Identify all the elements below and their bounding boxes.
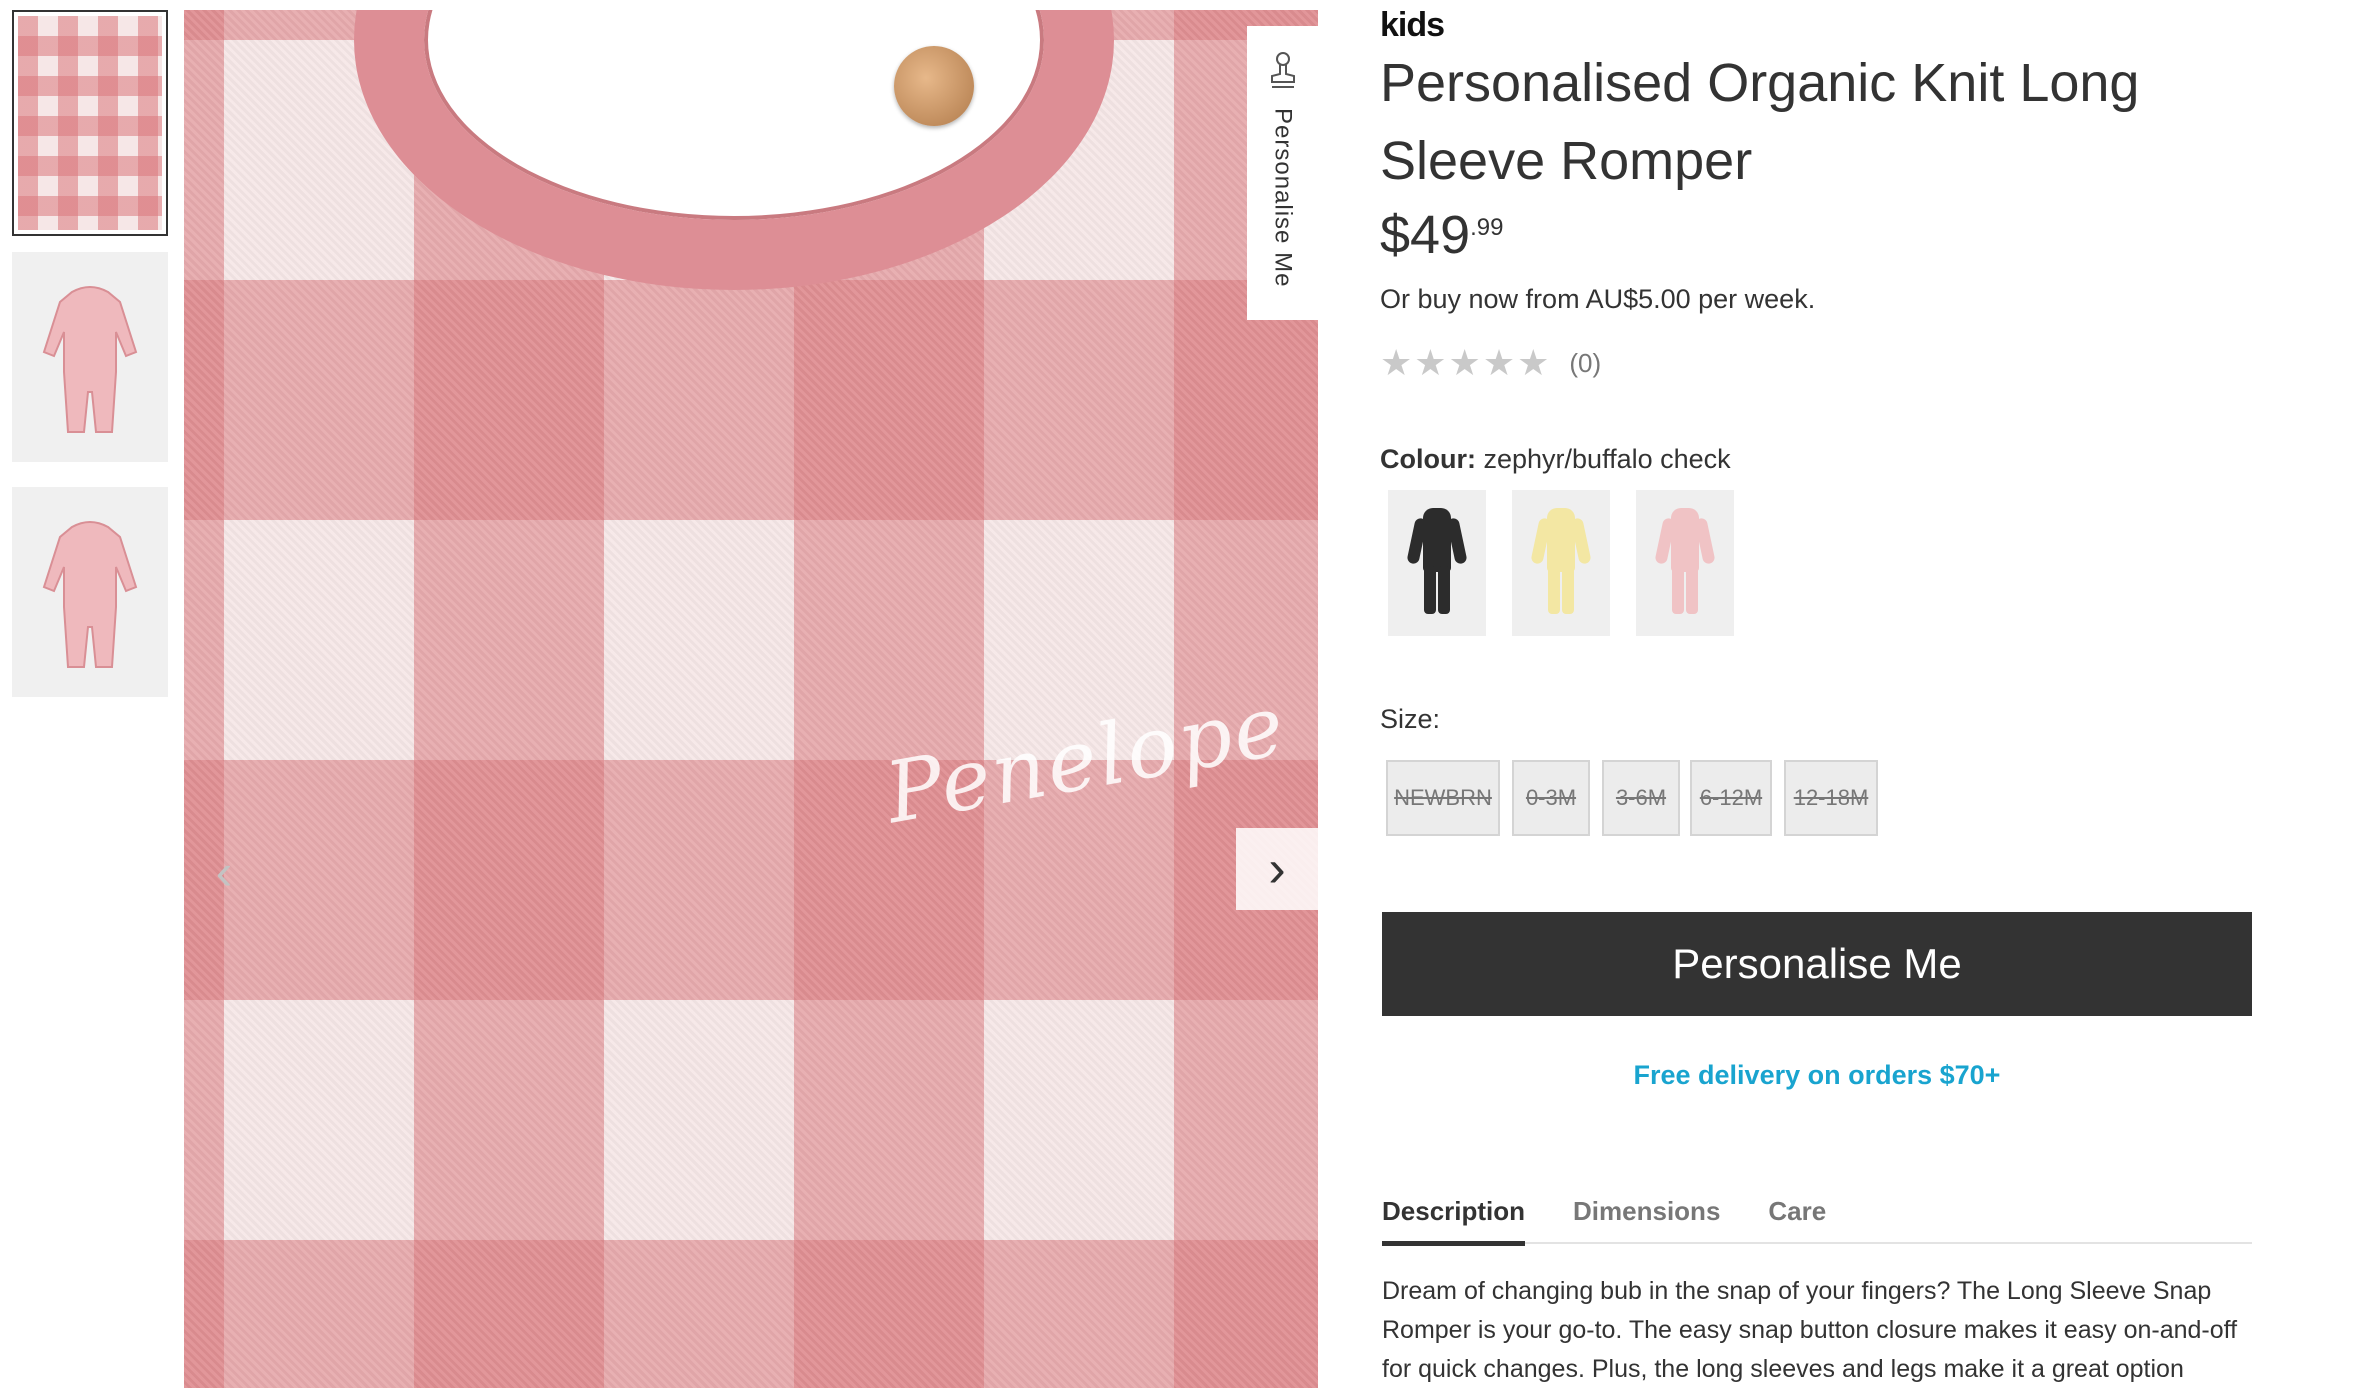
thumbnail-image xyxy=(18,16,162,230)
colour-label: Colour: zephyr/buffalo check xyxy=(1380,444,1731,474)
prev-image-button[interactable]: ‹ xyxy=(204,832,244,912)
product-title: Personalised Organic Knit Long Sleeve Ro… xyxy=(1380,53,2140,191)
size-option-3-6m[interactable]: 3-6M xyxy=(1602,760,1680,836)
thumbnail-3[interactable] xyxy=(12,487,168,697)
info-tabs: Description Dimensions Care xyxy=(1382,1196,2252,1246)
chevron-right-icon: › xyxy=(1268,840,1286,898)
free-delivery-link[interactable]: Free delivery on orders $70+ xyxy=(1382,1060,2252,1091)
colour-swatch-yellow[interactable] xyxy=(1512,490,1610,636)
review-count[interactable]: (0) xyxy=(1569,348,1601,379)
romper-icon xyxy=(1654,508,1716,618)
romper-back-image xyxy=(12,487,168,697)
size-option-12-18m[interactable]: 12-18M xyxy=(1784,760,1878,836)
stamp-icon xyxy=(1270,52,1295,88)
price-whole: $49 xyxy=(1380,205,1471,265)
size-option-newbrn[interactable]: NEWBRN xyxy=(1386,760,1500,836)
tab-dimensions[interactable]: Dimensions xyxy=(1573,1196,1720,1244)
rating[interactable]: ★★★★★ (0) xyxy=(1380,342,1601,384)
afterpay-text: Or buy now from AU$5.00 per week. xyxy=(1380,284,1816,314)
personalise-tab-label: Personalise Me xyxy=(1269,108,1297,288)
selected-colour: zephyr/buffalo check xyxy=(1483,444,1731,474)
colour-swatch-black[interactable] xyxy=(1388,490,1486,636)
price-cents: .99 xyxy=(1470,214,1504,241)
romper-icon xyxy=(1406,508,1468,618)
next-image-button[interactable]: › xyxy=(1236,828,1318,910)
size-option-6-12m[interactable]: 6-12M xyxy=(1690,760,1772,836)
wooden-button xyxy=(894,46,974,126)
personalise-side-tab[interactable]: Personalise Me xyxy=(1247,26,1318,320)
tab-care[interactable]: Care xyxy=(1768,1196,1826,1244)
size-option-0-3m[interactable]: 0-3M xyxy=(1512,760,1590,836)
romper-icon xyxy=(1530,508,1592,618)
personalise-me-button[interactable]: Personalise Me xyxy=(1382,912,2252,1016)
tab-description[interactable]: Description xyxy=(1382,1196,1526,1246)
chevron-left-icon: ‹ xyxy=(215,844,233,900)
thumbnail-1[interactable] xyxy=(12,10,168,236)
size-label: Size: xyxy=(1380,704,1441,734)
star-rating-icon: ★★★★★ xyxy=(1380,342,1552,383)
main-product-image: Penelope ‹ › Personalise Me xyxy=(184,10,1318,1388)
thumbnail-2[interactable] xyxy=(12,252,168,462)
brand-logo[interactable]: kids xyxy=(1380,6,1445,45)
romper-front-image xyxy=(12,252,168,462)
product-price: $49.99 xyxy=(1380,204,1503,266)
product-description: Dream of changing bub in the snap of you… xyxy=(1382,1277,2238,1383)
colour-swatch-pink[interactable] xyxy=(1636,490,1734,636)
